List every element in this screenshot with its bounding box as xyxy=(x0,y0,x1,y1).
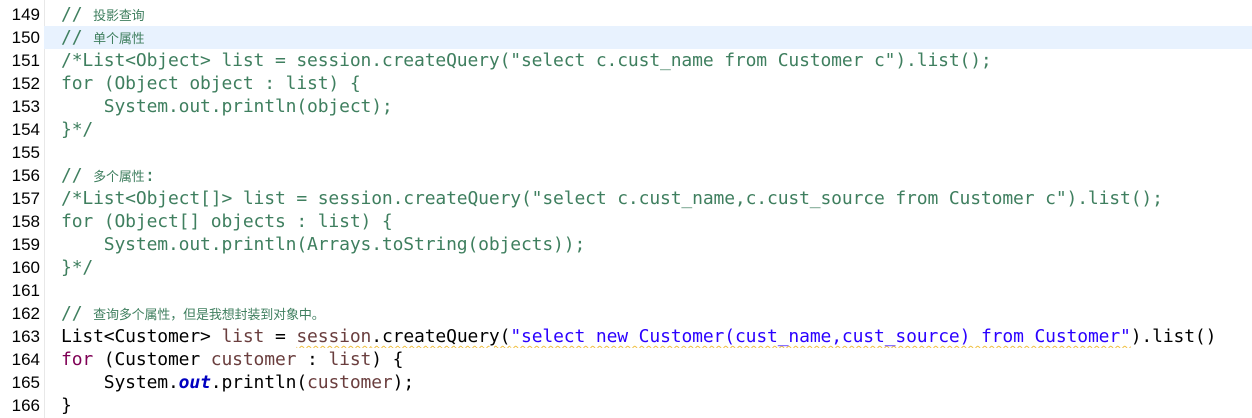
code-line[interactable]: 154 }*/ xyxy=(0,118,1252,141)
code-text[interactable]: /*List<Object[]> list = session.createQu… xyxy=(61,187,1163,210)
code-token: List<Customer> xyxy=(61,326,222,347)
code-line[interactable]: 164 for (Customer customer : list) { xyxy=(0,348,1252,371)
line-number: 165 xyxy=(11,373,40,392)
line-number: 166 xyxy=(11,396,40,415)
code-text[interactable]: for (Object object : list) { xyxy=(61,72,361,95)
code-text[interactable]: /*List<Object> list = session.createQuer… xyxy=(61,49,992,72)
code-token: for (Object[] objects : list) { xyxy=(61,211,393,232)
line-number: 159 xyxy=(11,235,40,254)
code-token: 投影查询 xyxy=(93,9,145,24)
line-number: 152 xyxy=(11,74,40,93)
code-line[interactable]: 150 // 单个属性 xyxy=(0,26,1252,49)
code-line[interactable]: 161 xyxy=(0,279,1252,302)
line-number: 157 xyxy=(11,189,40,208)
code-text[interactable]: // 单个属性 xyxy=(61,26,145,49)
code-token: list xyxy=(221,326,265,347)
code-token: System.out.println(object); xyxy=(61,96,393,117)
line-number: 162 xyxy=(11,304,40,323)
code-text[interactable]: for (Customer customer : list) { xyxy=(61,348,403,371)
line-number: 158 xyxy=(11,212,40,231)
line-number: 155 xyxy=(11,143,40,162)
line-number: 153 xyxy=(11,97,40,116)
code-token: 单个属性 xyxy=(93,32,145,47)
code-token: // xyxy=(61,27,94,48)
code-token: } xyxy=(61,395,72,416)
code-line[interactable]: 166} xyxy=(0,394,1252,417)
code-text[interactable]: } xyxy=(61,394,72,417)
code-line[interactable]: 155 xyxy=(0,141,1252,164)
code-token: "select new Customer(cust_name,cust_sour… xyxy=(510,326,1131,347)
code-token: ) { xyxy=(371,349,404,370)
code-text[interactable]: // 投影查询 xyxy=(61,3,145,26)
code-token: .createQuery( xyxy=(371,326,511,347)
line-number: 149 xyxy=(11,5,40,24)
code-line[interactable]: 159 System.out.println(Arrays.toString(o… xyxy=(0,233,1252,256)
line-number: 160 xyxy=(11,258,40,277)
code-text[interactable]: // 多个属性: xyxy=(61,164,155,187)
line-number: 150 xyxy=(0,26,44,49)
line-number: 154 xyxy=(11,120,40,139)
code-line[interactable]: 165 System.out.println(customer); xyxy=(0,371,1252,394)
code-line[interactable]: 158 for (Object[] objects : list) { xyxy=(0,210,1252,233)
code-token: }*/ xyxy=(61,257,94,278)
code-line[interactable]: 157 /*List<Object[]> list = session.creat… xyxy=(0,187,1252,210)
code-line[interactable]: 149 // 投影查询 xyxy=(0,3,1252,26)
code-text[interactable]: }*/ xyxy=(61,256,93,279)
code-editor[interactable]: 149 // 投影查询 150 // 单个属性 151 /*List<Object> li… xyxy=(0,0,1252,418)
line-number: 163 xyxy=(11,327,40,346)
code-text[interactable]: List<Customer> list = session.createQuer… xyxy=(61,325,1216,348)
code-text[interactable]: System.out.println(Arrays.toString(objec… xyxy=(61,233,586,256)
code-line[interactable]: 163 List<Customer> list = session.createQ… xyxy=(0,325,1252,348)
code-token: : xyxy=(296,349,329,370)
line-number: 164 xyxy=(11,350,40,369)
code-token: // xyxy=(61,165,94,186)
line-number: 151 xyxy=(11,51,40,70)
code-text[interactable]: System.out.println(customer); xyxy=(61,371,414,394)
code-text[interactable]: // 查询多个属性，但是我想封装到对象中。 xyxy=(61,302,325,325)
code-token: /*List<Object[]> list = session.createQu… xyxy=(61,188,1163,209)
code-token: System. xyxy=(61,372,179,393)
code-token: list xyxy=(328,349,372,370)
code-line[interactable]: 151 /*List<Object> list = session.createQ… xyxy=(0,49,1252,72)
code-text[interactable]: }*/ xyxy=(61,118,93,141)
code-token: (Customer xyxy=(93,349,211,370)
code-token: : xyxy=(144,165,156,186)
code-line[interactable]: 160 }*/ xyxy=(0,256,1252,279)
code-text[interactable]: for (Object[] objects : list) { xyxy=(61,210,393,233)
code-token: // xyxy=(61,4,94,25)
code-token: session xyxy=(296,326,372,347)
code-token: out xyxy=(178,372,211,393)
code-token: 查询多个属性，但是我想封装到对象中。 xyxy=(93,308,325,323)
code-token: /*List<Object> list = session.createQuer… xyxy=(61,50,992,71)
code-token: 多个属性 xyxy=(93,170,145,185)
line-number: 156 xyxy=(11,166,40,185)
code-token: for (Object object : list) { xyxy=(61,73,361,94)
code-token: = xyxy=(264,326,297,347)
code-token: }*/ xyxy=(61,119,94,140)
code-line[interactable]: 156 // 多个属性: xyxy=(0,164,1252,187)
code-token: // xyxy=(61,303,94,324)
code-line[interactable]: 153 System.out.println(object); xyxy=(0,95,1252,118)
code-token: for xyxy=(61,349,94,370)
code-line[interactable]: 162 // 查询多个属性，但是我想封装到对象中。 xyxy=(0,302,1252,325)
line-number: 161 xyxy=(11,281,40,300)
code-token: System.out.println(Arrays.toString(objec… xyxy=(61,234,586,255)
code-token: customer xyxy=(307,372,393,393)
code-line[interactable]: 152 for (Object object : list) { xyxy=(0,72,1252,95)
code-token: ); xyxy=(392,372,415,393)
code-token: .println( xyxy=(210,372,308,393)
code-text[interactable]: System.out.println(object); xyxy=(61,95,393,118)
code-token: customer xyxy=(210,349,297,370)
code-token: ).list() xyxy=(1130,326,1217,347)
